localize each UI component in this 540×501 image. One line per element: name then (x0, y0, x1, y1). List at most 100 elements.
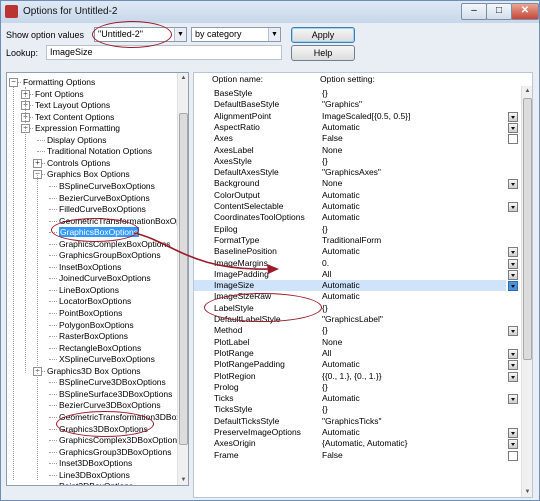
option-value[interactable]: {} (322, 382, 328, 393)
option-value[interactable]: All (322, 269, 331, 280)
tree-item[interactable]: Formatting Options (23, 76, 95, 88)
option-row[interactable]: ColorOutput Automatic (194, 190, 506, 201)
option-row[interactable]: AxesOrigin {Automatic, Automatic} (194, 438, 518, 450)
option-dropdown-icon[interactable] (508, 281, 518, 292)
tree-item[interactable]: Graphics3D Box Options (47, 365, 141, 377)
option-dropdown-icon[interactable] (508, 111, 518, 122)
option-row[interactable]: BaselinePosition Automatic (194, 246, 518, 258)
option-row[interactable]: ContentSelectable Automatic (194, 201, 518, 212)
option-row[interactable]: ImageSize Automatic (194, 280, 518, 292)
tree-item[interactable]: Text Content Options (35, 111, 114, 123)
tree-item[interactable]: Controls Options (47, 157, 110, 169)
tree-item[interactable]: Text Layout Options (35, 99, 110, 111)
option-value[interactable]: False (322, 133, 343, 144)
option-dropdown-icon[interactable] (508, 371, 518, 382)
option-row[interactable]: AlignmentPoint ImageScaled[{0.5, 0.5}] (194, 111, 518, 122)
option-row[interactable]: Frame False (194, 450, 518, 461)
option-dropdown-icon[interactable] (508, 348, 518, 359)
lookup-input[interactable]: ImageSize (46, 45, 282, 60)
option-value[interactable]: None (322, 337, 342, 348)
option-value[interactable]: "GraphicsLabel" (322, 314, 383, 325)
tree-item[interactable]: JoinedCurveBoxOptions (59, 272, 151, 284)
apply-button[interactable]: Apply (291, 27, 355, 43)
option-row[interactable]: PlotLabel None (194, 337, 506, 348)
option-row[interactable]: PreserveImageOptions Automatic (194, 427, 518, 438)
tree-item[interactable]: Line3DBoxOptions (59, 469, 130, 481)
option-row[interactable]: DefaultAxesStyle "GraphicsAxes" (194, 167, 506, 178)
option-value[interactable]: {} (322, 404, 328, 415)
option-value[interactable]: {} (322, 303, 328, 314)
option-value[interactable]: False (322, 450, 343, 461)
option-row[interactable]: DefaultTicksStyle "GraphicsTicks" (194, 416, 506, 427)
tree-item[interactable]: RectangleBoxOptions (59, 342, 141, 354)
option-value[interactable]: Automatic (322, 201, 360, 212)
option-row[interactable]: Ticks Automatic (194, 393, 518, 405)
option-value[interactable]: {} (322, 156, 328, 167)
option-dropdown-icon[interactable] (508, 394, 518, 405)
option-value[interactable]: None (322, 178, 342, 189)
option-value[interactable]: Automatic (322, 122, 360, 133)
option-value[interactable]: 0. (322, 258, 329, 269)
option-row[interactable]: Epilog {} (194, 224, 506, 235)
expand-icon[interactable]: + (33, 158, 42, 168)
option-value[interactable]: None (322, 145, 342, 156)
tree-item[interactable]: InsetBoxOptions (59, 261, 121, 273)
tree-scrollbar[interactable]: ▲ ▼ (177, 73, 188, 485)
option-value[interactable]: TraditionalForm (322, 235, 381, 246)
minimize-button[interactable]: – (461, 3, 487, 20)
title-bar[interactable]: Options for Untitled-2 – □ ✕ (1, 1, 539, 23)
option-value[interactable]: {Automatic, Automatic} (322, 438, 408, 449)
option-value[interactable]: {} (322, 224, 328, 235)
tree-item[interactable]: Point3DBoxOptions (59, 480, 133, 485)
option-row[interactable]: Method {} (194, 325, 518, 337)
close-button[interactable]: ✕ (511, 3, 539, 20)
option-value[interactable]: "GraphicsTicks" (322, 416, 382, 427)
option-value[interactable]: {} (322, 88, 328, 99)
option-row[interactable]: CoordinatesToolOptions Automatic (194, 212, 506, 223)
option-value[interactable]: Automatic (322, 393, 360, 404)
option-value[interactable]: Automatic (322, 190, 360, 201)
option-dropdown-icon[interactable] (508, 122, 518, 133)
option-value[interactable]: "Graphics" (322, 99, 362, 110)
option-checkbox[interactable] (508, 450, 518, 461)
options-scroll-up-icon[interactable]: ▲ (522, 86, 532, 96)
options-scrollbar[interactable]: ▲ ▼ (521, 86, 532, 497)
option-row[interactable]: Background None (194, 178, 518, 190)
tree-item[interactable]: LocatorBoxOptions (59, 295, 131, 307)
option-row[interactable]: ImageMargins 0. (194, 258, 518, 269)
option-row[interactable]: BaseStyle {} (194, 88, 506, 99)
option-row[interactable]: TicksStyle {} (194, 404, 506, 415)
option-row[interactable]: AxesLabel None (194, 145, 506, 156)
option-value[interactable]: All (322, 348, 331, 359)
option-value[interactable]: ImageScaled[{0.5, 0.5}] (322, 111, 410, 122)
maximize-button[interactable]: □ (486, 3, 512, 20)
option-row[interactable]: ImagePadding All (194, 269, 518, 280)
tree-item[interactable]: LineBoxOptions (59, 284, 119, 296)
option-value[interactable]: "GraphicsAxes" (322, 167, 381, 178)
option-dropdown-icon[interactable] (508, 269, 518, 280)
option-row[interactable]: PlotRegion {{0., 1.}, {0., 1.}} (194, 371, 518, 382)
option-value[interactable]: Automatic (322, 246, 360, 257)
options-scroll-down-icon[interactable]: ▼ (522, 487, 532, 497)
tree-item[interactable]: Graphics Box Options (47, 168, 130, 180)
option-row[interactable]: AxesStyle {} (194, 156, 506, 167)
option-row[interactable]: Prolog {} (194, 382, 506, 393)
option-dropdown-icon[interactable] (508, 360, 518, 371)
option-row[interactable]: DefaultBaseStyle "Graphics" (194, 99, 506, 110)
option-value[interactable]: Automatic (322, 280, 360, 291)
tree-item[interactable]: FilledCurveBoxOptions (59, 203, 146, 215)
tree-item[interactable]: BezierCurveBoxOptions (59, 192, 150, 204)
scroll-down-icon[interactable]: ▼ (178, 475, 188, 485)
option-value[interactable]: Automatic (322, 212, 360, 223)
tree-scroll-thumb[interactable] (179, 113, 188, 445)
help-button[interactable]: Help (291, 45, 355, 61)
option-row[interactable]: Axes False (194, 133, 518, 145)
option-value[interactable]: Automatic (322, 427, 360, 438)
option-dropdown-icon[interactable] (508, 179, 518, 190)
option-row[interactable]: PlotRangePadding Automatic (194, 359, 518, 371)
scope-dropdown-icon[interactable]: ▼ (174, 28, 186, 41)
tree-item[interactable]: Display Options (47, 134, 107, 146)
tree-item[interactable]: BSplineCurve3DBoxOptions (59, 376, 166, 388)
tree-item[interactable]: Font Options (35, 88, 84, 100)
option-value[interactable]: Automatic (322, 359, 360, 370)
